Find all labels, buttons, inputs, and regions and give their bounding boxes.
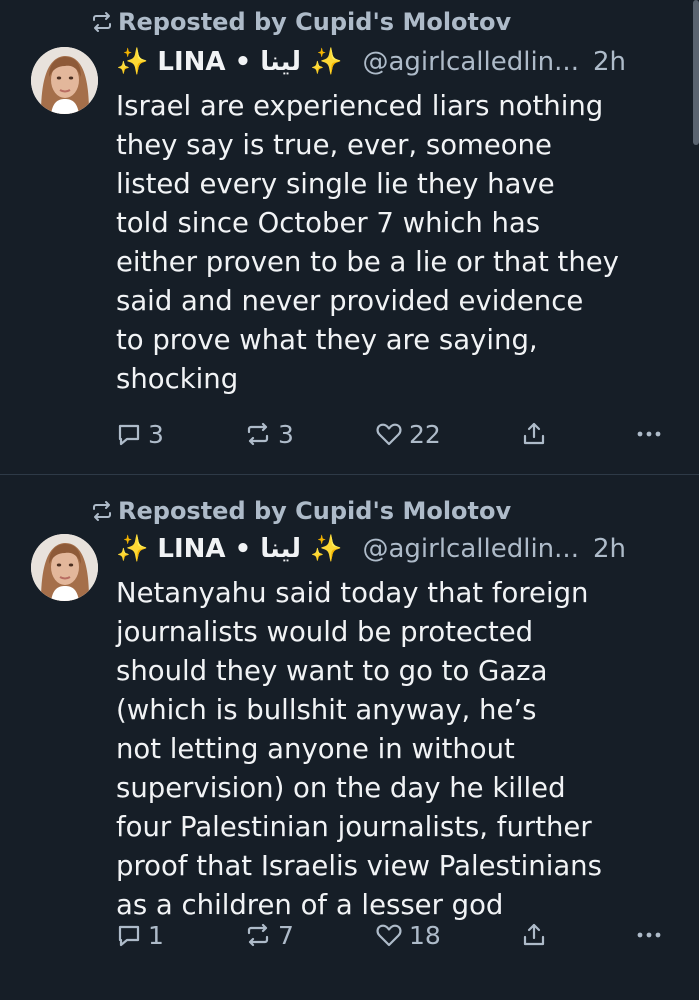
post-header: ✨ LINA • لينا ✨ @agirlcalledlin... 2h: [116, 42, 679, 82]
user-handle[interactable]: @agirlcalledlin...: [362, 47, 578, 77]
post-actions: 3 3 22: [116, 414, 668, 454]
reply-count: 3: [148, 419, 164, 449]
like-button[interactable]: 22: [375, 414, 441, 454]
like-count: 18: [409, 920, 441, 950]
repost-indicator: Reposted by Cupid's Molotov: [90, 7, 511, 37]
repost-icon: [247, 923, 269, 947]
like-count: 22: [409, 419, 441, 449]
repost-icon: [247, 422, 269, 446]
post-actions: 1 7 18: [116, 915, 668, 955]
avatar[interactable]: [31, 534, 98, 601]
post-text: Israel are experienced liars nothing the…: [116, 90, 619, 395]
more-options-button[interactable]: [634, 915, 664, 955]
feed-post[interactable]: Reposted by Cupid's Molotov ✨ LINA • لين…: [0, 0, 699, 474]
repost-count: 3: [278, 419, 294, 449]
share-button[interactable]: [521, 414, 547, 454]
reply-count: 1: [148, 920, 164, 950]
like-button[interactable]: 18: [375, 915, 441, 955]
avatar[interactable]: [31, 47, 98, 114]
repost-label: Reposted by Cupid's Molotov: [118, 497, 512, 525]
avatar-image: [31, 47, 98, 114]
scrollbar[interactable]: [693, 0, 699, 145]
repost-button[interactable]: 7: [244, 915, 294, 955]
more-options-button[interactable]: [634, 414, 664, 454]
repost-button[interactable]: 3: [244, 414, 294, 454]
user-handle[interactable]: @agirlcalledlin...: [362, 534, 578, 564]
heart-icon: [376, 924, 402, 947]
display-name[interactable]: ✨ LINA • لينا ✨: [116, 47, 342, 77]
more-icon: [637, 932, 661, 938]
reply-button[interactable]: 1: [116, 915, 164, 955]
repost-indicator: Reposted by Cupid's Molotov: [90, 496, 511, 526]
more-icon: [637, 431, 661, 437]
avatar-image: [31, 534, 98, 601]
repost-indicator-icon: [93, 12, 111, 32]
reply-icon: [118, 925, 140, 947]
share-icon: [523, 422, 545, 445]
post-header: ✨ LINA • لينا ✨ @agirlcalledlin... 2h: [116, 529, 679, 569]
post-time[interactable]: 2h: [593, 47, 626, 77]
repost-indicator-icon: [93, 501, 111, 521]
feed-post[interactable]: Reposted by Cupid's Molotov ✨ LINA • لين…: [0, 475, 699, 1000]
share-icon: [523, 923, 545, 946]
heart-icon: [376, 423, 402, 446]
post-time[interactable]: 2h: [593, 534, 626, 564]
repost-count: 7: [278, 920, 294, 950]
reply-icon: [118, 424, 140, 446]
repost-label: Reposted by Cupid's Molotov: [118, 8, 512, 36]
display-name[interactable]: ✨ LINA • لينا ✨: [116, 534, 342, 564]
post-text: Netanyahu said today that foreign journa…: [116, 577, 602, 921]
share-button[interactable]: [521, 915, 547, 955]
reply-button[interactable]: 3: [116, 414, 164, 454]
